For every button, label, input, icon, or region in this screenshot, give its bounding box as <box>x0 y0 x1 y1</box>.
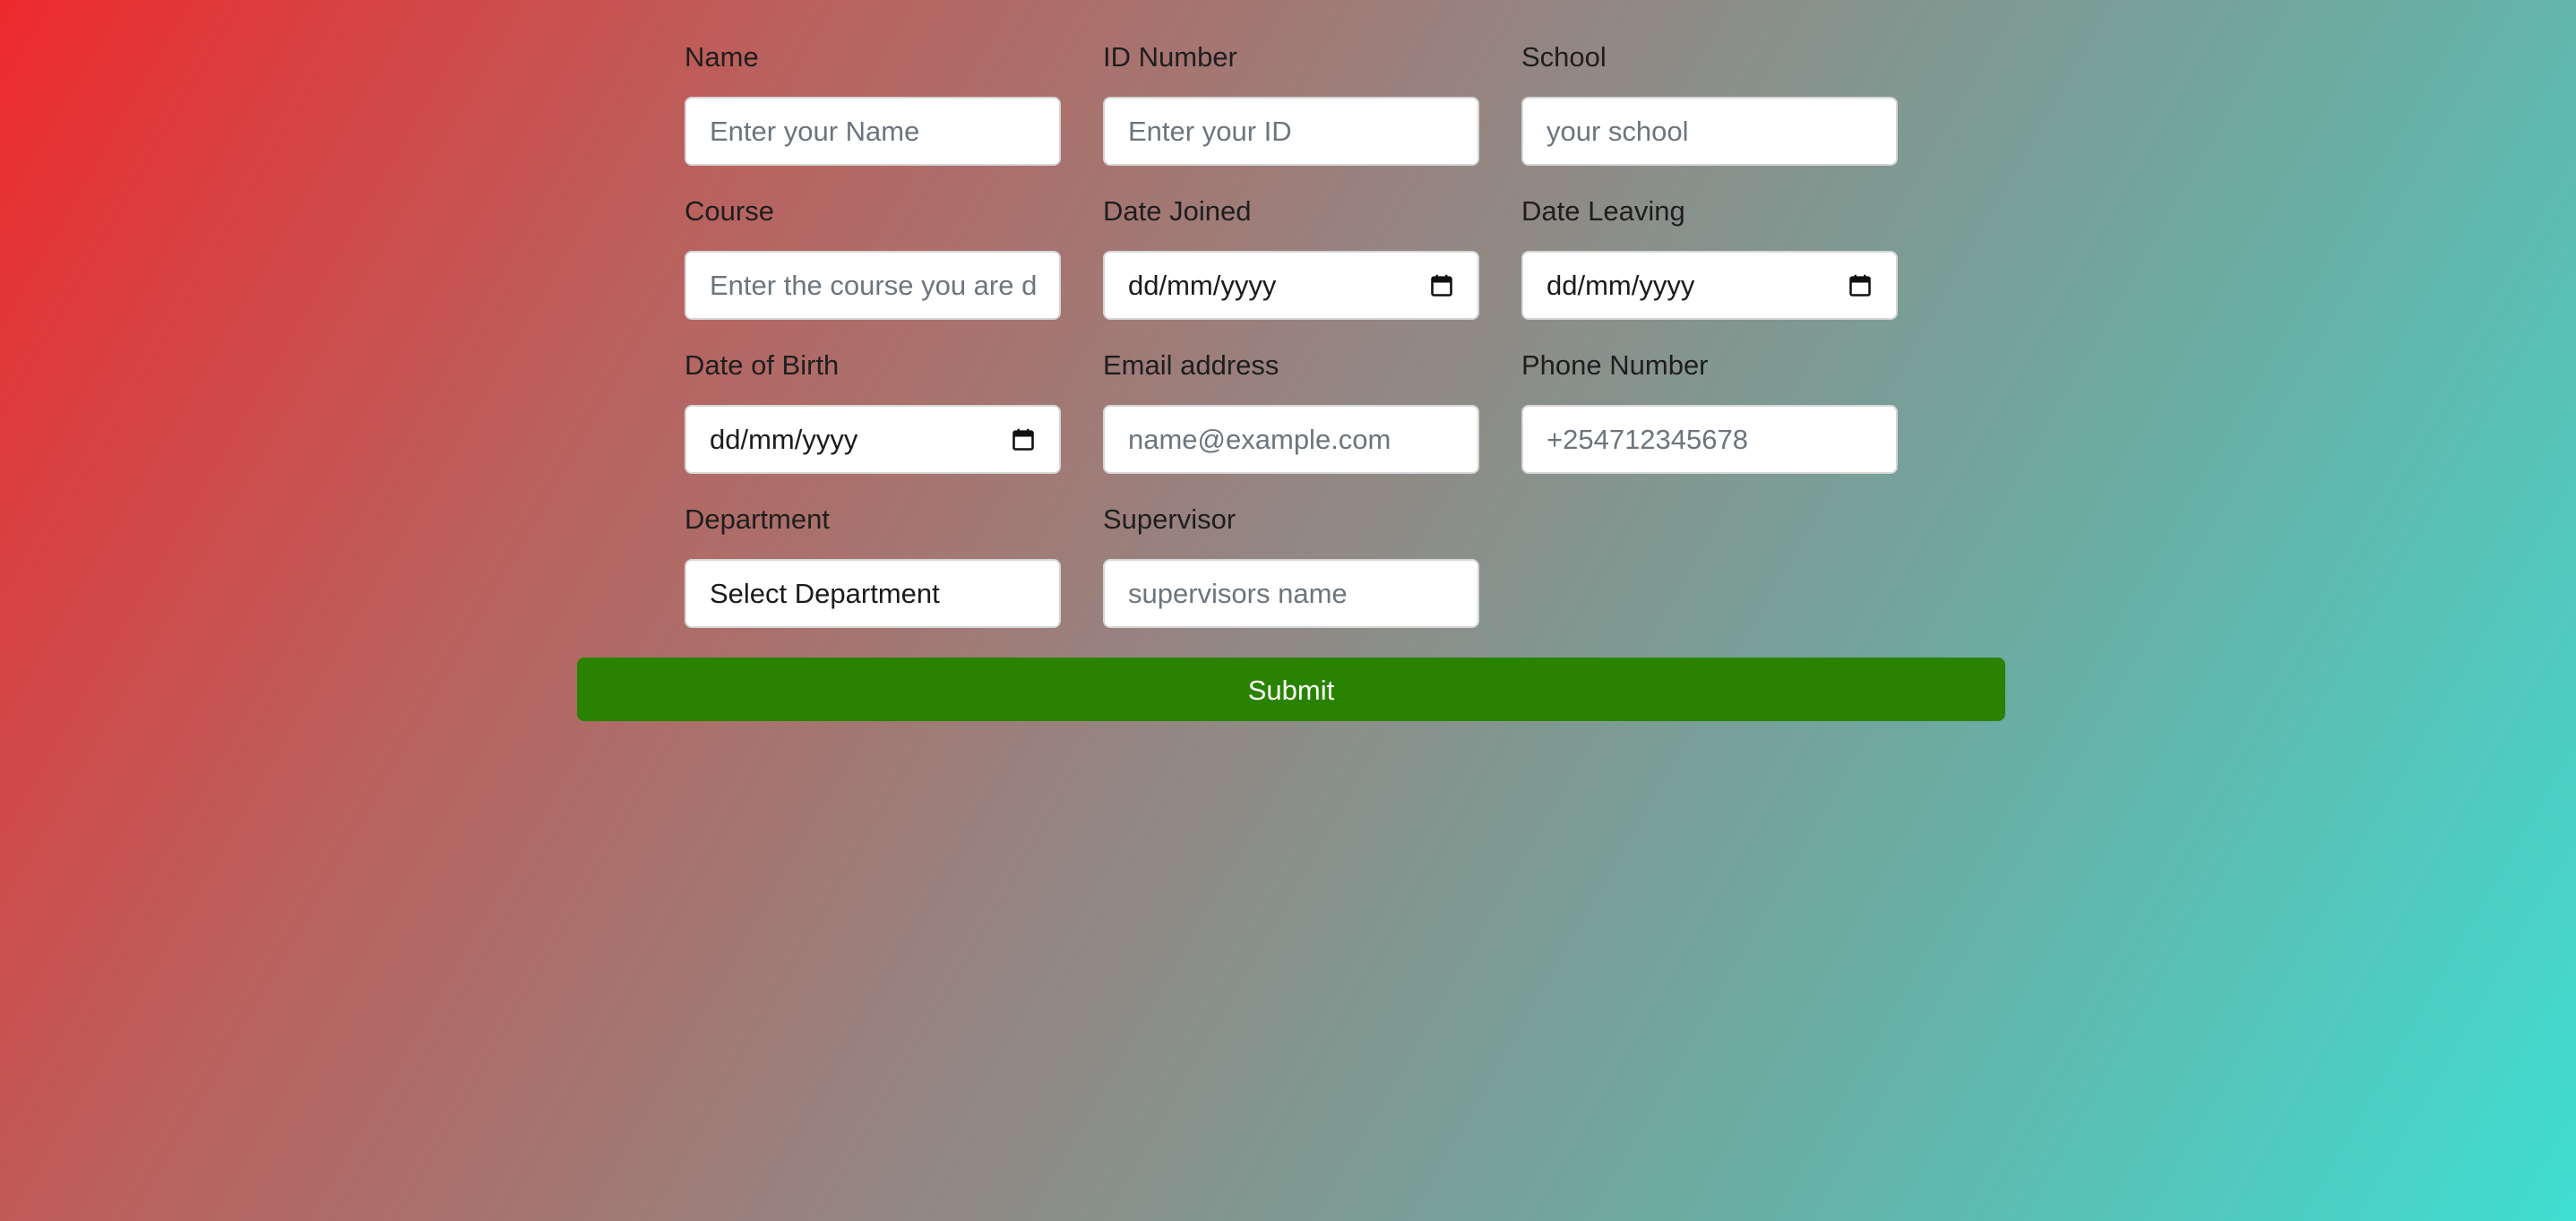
school-input[interactable]: your school <box>1521 97 1898 166</box>
email-label: Email address <box>1103 349 1279 381</box>
date-joined-label: Date Joined <box>1103 195 1252 227</box>
name-placeholder: Enter your Name <box>710 116 920 147</box>
school-field-group: School your school <box>1521 39 1898 166</box>
date-leaving-label: Date Leaving <box>1521 195 1685 227</box>
school-label: School <box>1521 41 1607 73</box>
date-leaving-field-group: Date Leaving dd/mm/yyyy <box>1521 193 1898 320</box>
department-label: Department <box>685 503 830 535</box>
phone-label: Phone Number <box>1521 349 1709 381</box>
supervisor-placeholder: supervisors name <box>1128 578 1348 609</box>
name-label: Name <box>685 41 759 73</box>
phone-field-group: Phone Number +254712345678 <box>1521 348 1898 474</box>
calendar-icon[interactable] <box>1429 273 1454 298</box>
name-input[interactable]: Enter your Name <box>685 97 1061 166</box>
id-number-placeholder: Enter your ID <box>1128 116 1292 147</box>
department-select[interactable]: Select Department <box>685 559 1061 628</box>
calendar-icon[interactable] <box>1848 273 1873 298</box>
date-of-birth-input[interactable]: dd/mm/yyyy <box>685 405 1061 474</box>
email-placeholder: name@example.com <box>1128 424 1391 455</box>
department-selected-value: Select Department <box>710 578 940 609</box>
id-number-label: ID Number <box>1103 41 1237 73</box>
submit-button[interactable]: Submit <box>577 658 2005 721</box>
id-number-field-group: ID Number Enter your ID <box>1103 39 1479 166</box>
email-field-group: Email address name@example.com <box>1103 348 1479 474</box>
id-number-input[interactable]: Enter your ID <box>1103 97 1479 166</box>
registration-form: Name Enter your Name ID Number Enter you… <box>0 0 2576 1221</box>
date-joined-field-group: Date Joined dd/mm/yyyy <box>1103 193 1479 320</box>
date-of-birth-label: Date of Birth <box>685 349 840 381</box>
date-leaving-value: dd/mm/yyyy <box>1546 270 1695 301</box>
course-placeholder: Enter the course you are d <box>710 270 1036 301</box>
department-field-group: Department Select Department <box>685 502 1061 628</box>
supervisor-input[interactable]: supervisors name <box>1103 559 1479 628</box>
supervisor-label: Supervisor <box>1103 503 1236 535</box>
calendar-icon[interactable] <box>1011 427 1036 452</box>
school-placeholder: your school <box>1546 116 1689 147</box>
date-of-birth-value: dd/mm/yyyy <box>710 424 858 455</box>
course-field-group: Course Enter the course you are d <box>685 193 1061 320</box>
date-of-birth-field-group: Date of Birth dd/mm/yyyy <box>685 348 1061 474</box>
phone-input[interactable]: +254712345678 <box>1521 405 1898 474</box>
supervisor-field-group: Supervisor supervisors name <box>1103 502 1479 628</box>
email-input[interactable]: name@example.com <box>1103 405 1479 474</box>
name-field-group: Name Enter your Name <box>685 39 1061 166</box>
course-input[interactable]: Enter the course you are d <box>685 251 1061 320</box>
date-leaving-input[interactable]: dd/mm/yyyy <box>1521 251 1898 320</box>
date-joined-input[interactable]: dd/mm/yyyy <box>1103 251 1479 320</box>
date-joined-value: dd/mm/yyyy <box>1128 270 1277 301</box>
course-label: Course <box>685 195 774 227</box>
phone-placeholder: +254712345678 <box>1546 424 1748 455</box>
